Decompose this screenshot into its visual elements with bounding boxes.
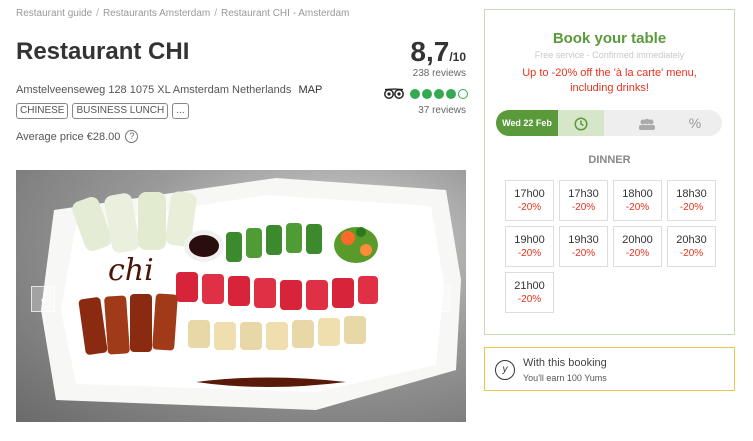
time-slot[interactable]: 19h30 -20% [559, 226, 608, 267]
average-price: Average price €28.00 ? [16, 130, 139, 143]
slot-time: 17h00 [514, 188, 545, 200]
time-slot[interactable]: 17h30 -20% [559, 180, 608, 221]
average-price-text: Average price €28.00 [16, 130, 121, 143]
tripadvisor-dot [458, 89, 468, 99]
slot-discount: -20% [517, 294, 542, 305]
photo-next-button[interactable]: › [426, 286, 450, 312]
slot-discount: -20% [679, 248, 704, 259]
slot-discount: -20% [571, 248, 596, 259]
breadcrumb-restaurant-guide[interactable]: Restaurant guide [16, 8, 92, 19]
slot-time: 18h00 [622, 188, 653, 200]
booking-title: Book your table [552, 30, 667, 47]
help-icon[interactable]: ? [125, 130, 139, 143]
plate-sauce-lettering: chi [108, 253, 154, 288]
time-slot[interactable]: 17h00 -20% [505, 180, 554, 221]
breadcrumb-restaurants-amsterdam[interactable]: Restaurants Amsterdam [103, 8, 210, 19]
rating-scale: /10 [449, 50, 466, 64]
slot-discount: -20% [517, 202, 542, 213]
people-icon [639, 118, 655, 130]
tab-time[interactable] [558, 110, 604, 136]
photo-prev-button[interactable]: ‹ [31, 286, 55, 312]
tab-people[interactable] [624, 110, 670, 136]
slot-time: 21h00 [514, 280, 545, 292]
slot-time: 19h30 [568, 234, 599, 246]
tag-chinese[interactable]: CHINESE [16, 103, 69, 119]
tag-list: CHINESE BUSINESS LUNCH ... [16, 103, 189, 119]
booking-tabs: Wed 22 Feb % [496, 110, 722, 136]
tripadvisor-review-count[interactable]: 37 reviews [418, 105, 466, 116]
restaurant-rating: 8,7/10 238 reviews [410, 36, 466, 79]
review-count[interactable]: 238 reviews [410, 68, 466, 79]
yums-icon: y [495, 360, 515, 380]
slot-time: 20h30 [676, 234, 707, 246]
time-slot[interactable]: 19h00 -20% [505, 226, 554, 267]
salad-garnish [334, 227, 378, 263]
slot-discount: -20% [517, 248, 542, 259]
slot-time: 19h00 [514, 234, 545, 246]
slot-discount: -20% [571, 202, 596, 213]
breadcrumb-current[interactable]: Restaurant CHI - Amsterdam [221, 8, 349, 19]
tripadvisor-dot [410, 89, 420, 99]
tag-more[interactable]: ... [172, 103, 189, 119]
time-slot[interactable]: 18h00 -20% [613, 180, 662, 221]
slot-discount: -20% [625, 202, 650, 213]
time-slot[interactable]: 21h00 -20% [505, 272, 554, 313]
tripadvisor-owl-icon [384, 88, 404, 99]
time-slot[interactable]: 20h00 -20% [613, 226, 662, 267]
slot-discount: -20% [679, 202, 704, 213]
restaurant-photo: chi ‹ › [16, 170, 466, 422]
time-slot[interactable]: 20h30 -20% [667, 226, 716, 267]
map-link[interactable]: MAP [298, 84, 322, 96]
tripadvisor-dot [446, 89, 456, 99]
rating-score: 8,7 [410, 36, 450, 67]
slot-time: 20h00 [622, 234, 653, 246]
tripadvisor-rating[interactable] [384, 88, 470, 100]
slot-discount: -20% [625, 248, 650, 259]
service-label: DINNER [588, 154, 631, 166]
booking-subtitle: Free service - Confirmed immediately [534, 50, 685, 60]
favorite-star-icon[interactable]: ☆ [26, 176, 40, 196]
breadcrumb: Restaurant guide / Restaurants Amsterdam / R… [16, 8, 349, 19]
time-slot-grid: 17h00 -20% 17h30 -20% 18h00 -20% 18h30 -20% … [505, 180, 725, 313]
tag-business-lunch[interactable]: BUSINESS LUNCH [72, 103, 169, 119]
yums-line-2: You'll earn 100 Yums [523, 373, 607, 383]
breadcrumb-separator: / [96, 8, 99, 19]
address-line: Amstelveenseweg 128 1075 XL Amsterdam Ne… [16, 84, 322, 96]
tab-date[interactable]: Wed 22 Feb [496, 110, 558, 136]
time-slot[interactable]: 18h30 -20% [667, 180, 716, 221]
yums-info-box: y With this booking You'll earn 100 Yums [484, 347, 735, 391]
tab-discount[interactable]: % [672, 110, 718, 136]
booking-promo: Up to -20% off the 'à la carte' menu, in… [522, 67, 697, 94]
slot-time: 17h30 [568, 188, 599, 200]
yums-line-1: With this booking [523, 357, 607, 369]
clock-icon [574, 117, 588, 131]
address-text: Amstelveenseweg 128 1075 XL Amsterdam Ne… [16, 84, 292, 96]
page-title: Restaurant CHI [16, 38, 190, 65]
tripadvisor-dot [422, 89, 432, 99]
food-photo-illustration: chi [41, 178, 461, 410]
tripadvisor-dot [434, 89, 444, 99]
booking-panel: Book your table Free service - Confirmed… [484, 9, 735, 335]
breadcrumb-separator: / [214, 8, 217, 19]
slot-time: 18h30 [676, 188, 707, 200]
